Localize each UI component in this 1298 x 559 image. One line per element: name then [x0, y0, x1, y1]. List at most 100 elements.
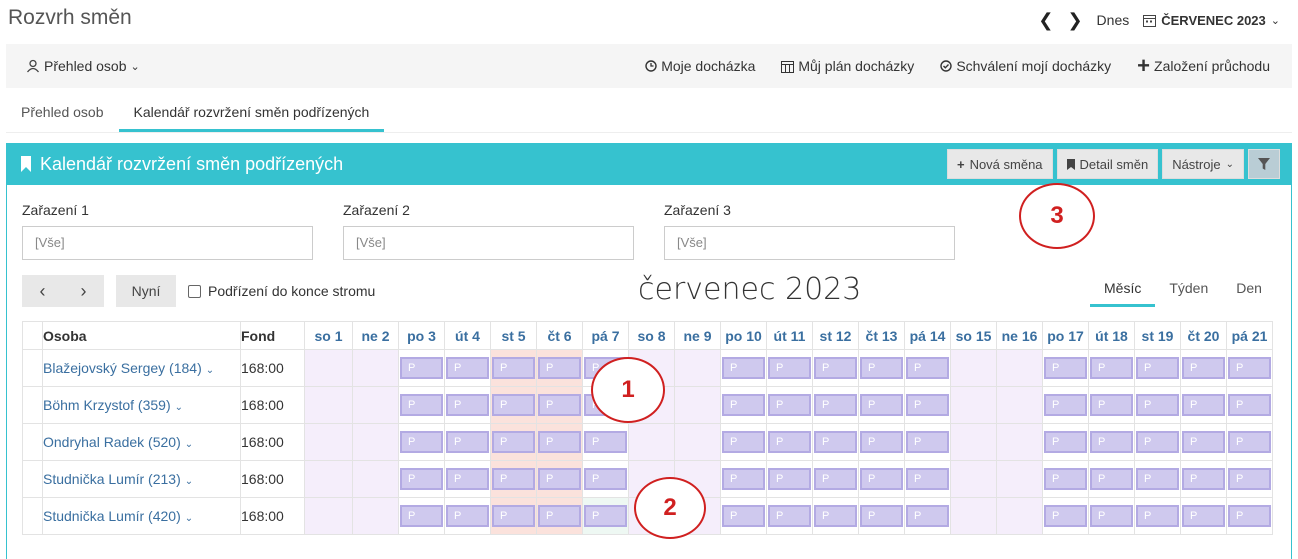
day-cell[interactable]: [950, 497, 997, 535]
shift-block[interactable]: P: [860, 468, 903, 490]
day-cell[interactable]: P: [1088, 423, 1135, 461]
day-cell[interactable]: P: [1042, 386, 1089, 424]
shift-block[interactable]: P: [538, 357, 581, 379]
my-attendance-link[interactable]: Moje docházka: [645, 58, 755, 74]
shift-detail-button[interactable]: Detail směn: [1056, 149, 1159, 179]
day-cell[interactable]: [304, 497, 353, 535]
shift-block[interactable]: P: [768, 505, 811, 527]
shift-block[interactable]: P: [768, 394, 811, 416]
person-cell[interactable]: Studnička Lumír (213) ⌄: [42, 460, 241, 498]
shift-block[interactable]: P: [400, 468, 443, 490]
shift-block[interactable]: P: [538, 394, 581, 416]
filter-3-input[interactable]: [Vše]: [664, 226, 955, 260]
shift-block[interactable]: P: [492, 357, 535, 379]
day-cell[interactable]: P: [444, 349, 491, 387]
shift-block[interactable]: P: [400, 357, 443, 379]
shift-block[interactable]: P: [538, 431, 581, 453]
day-cell[interactable]: [674, 349, 721, 387]
shift-block[interactable]: P: [722, 505, 765, 527]
day-cell[interactable]: P: [536, 460, 583, 498]
day-cell[interactable]: P: [398, 386, 445, 424]
shift-block[interactable]: P: [1136, 394, 1179, 416]
shift-block[interactable]: P: [1044, 394, 1087, 416]
day-cell[interactable]: [352, 460, 399, 498]
filter-1-input[interactable]: [Vše]: [22, 226, 313, 260]
new-shift-button[interactable]: + Nová směna: [946, 149, 1053, 179]
person-cell[interactable]: Böhm Krzystof (359) ⌄: [42, 386, 241, 424]
day-cell[interactable]: P: [1226, 423, 1273, 461]
person-cell[interactable]: Blažejovský Sergey (184) ⌄: [42, 349, 241, 387]
shift-block[interactable]: P: [1228, 505, 1271, 527]
my-plan-link[interactable]: Můj plán docházky: [781, 58, 914, 74]
day-cell[interactable]: [304, 386, 353, 424]
shift-block[interactable]: P: [814, 505, 857, 527]
shift-block[interactable]: P: [1136, 357, 1179, 379]
shift-block[interactable]: P: [492, 505, 535, 527]
day-cell[interactable]: P: [582, 460, 629, 498]
day-cell[interactable]: P: [1134, 497, 1181, 535]
day-cell[interactable]: P: [1180, 386, 1227, 424]
subordinates-checkbox[interactable]: [188, 284, 201, 298]
day-cell[interactable]: P: [1134, 349, 1181, 387]
view-tab-day[interactable]: Den: [1222, 280, 1276, 307]
day-cell[interactable]: P: [766, 423, 813, 461]
shift-block[interactable]: P: [1182, 468, 1225, 490]
shift-block[interactable]: P: [584, 431, 627, 453]
shift-block[interactable]: P: [538, 505, 581, 527]
day-cell[interactable]: P: [720, 386, 767, 424]
shift-block[interactable]: P: [400, 394, 443, 416]
shift-block[interactable]: P: [1090, 468, 1133, 490]
day-cell[interactable]: P: [490, 386, 537, 424]
filter-button[interactable]: [1248, 149, 1280, 179]
day-cell[interactable]: P: [812, 349, 859, 387]
view-tab-week[interactable]: Týden: [1155, 280, 1222, 307]
day-cell[interactable]: P: [1226, 497, 1273, 535]
day-cell[interactable]: [352, 386, 399, 424]
day-cell[interactable]: P: [1180, 497, 1227, 535]
shift-block[interactable]: P: [1228, 394, 1271, 416]
shift-block[interactable]: P: [1182, 431, 1225, 453]
day-cell[interactable]: P: [858, 386, 905, 424]
day-cell[interactable]: P: [398, 497, 445, 535]
day-cell[interactable]: P: [444, 386, 491, 424]
shift-block[interactable]: P: [1044, 431, 1087, 453]
shift-block[interactable]: P: [1182, 505, 1225, 527]
shift-block[interactable]: P: [446, 431, 489, 453]
person-cell[interactable]: Ondryhal Radek (520) ⌄: [42, 423, 241, 461]
day-cell[interactable]: P: [812, 386, 859, 424]
prev-month-button[interactable]: ❮: [1038, 10, 1053, 31]
filter-2-input[interactable]: [Vše]: [343, 226, 634, 260]
day-cell[interactable]: P: [904, 386, 951, 424]
day-cell[interactable]: [950, 349, 997, 387]
shift-block[interactable]: P: [906, 505, 949, 527]
day-cell[interactable]: P: [766, 497, 813, 535]
day-cell[interactable]: P: [490, 349, 537, 387]
day-cell[interactable]: P: [444, 497, 491, 535]
day-cell[interactable]: P: [1226, 386, 1273, 424]
next-month-button[interactable]: ❯: [1067, 10, 1082, 31]
shift-block[interactable]: P: [1136, 431, 1179, 453]
shift-block[interactable]: P: [1136, 505, 1179, 527]
day-cell[interactable]: P: [720, 349, 767, 387]
create-pass-link[interactable]: + Založení průchodu: [1137, 55, 1270, 77]
day-cell[interactable]: [996, 423, 1043, 461]
shift-block[interactable]: P: [492, 468, 535, 490]
day-cell[interactable]: P: [490, 497, 537, 535]
day-cell[interactable]: P: [444, 423, 491, 461]
day-cell[interactable]: P: [858, 349, 905, 387]
view-tab-month[interactable]: Měsíc: [1090, 280, 1156, 307]
day-cell[interactable]: P: [858, 460, 905, 498]
shift-block[interactable]: P: [1044, 468, 1087, 490]
day-cell[interactable]: P: [1180, 349, 1227, 387]
shift-block[interactable]: P: [860, 357, 903, 379]
day-cell[interactable]: P: [766, 349, 813, 387]
shift-block[interactable]: P: [1044, 357, 1087, 379]
day-cell[interactable]: P: [858, 497, 905, 535]
day-cell[interactable]: [304, 460, 353, 498]
day-cell[interactable]: P: [720, 497, 767, 535]
shift-block[interactable]: P: [446, 394, 489, 416]
shift-block[interactable]: P: [906, 431, 949, 453]
now-button[interactable]: Nyní: [116, 275, 176, 307]
shift-block[interactable]: P: [1136, 468, 1179, 490]
shift-block[interactable]: P: [1090, 505, 1133, 527]
